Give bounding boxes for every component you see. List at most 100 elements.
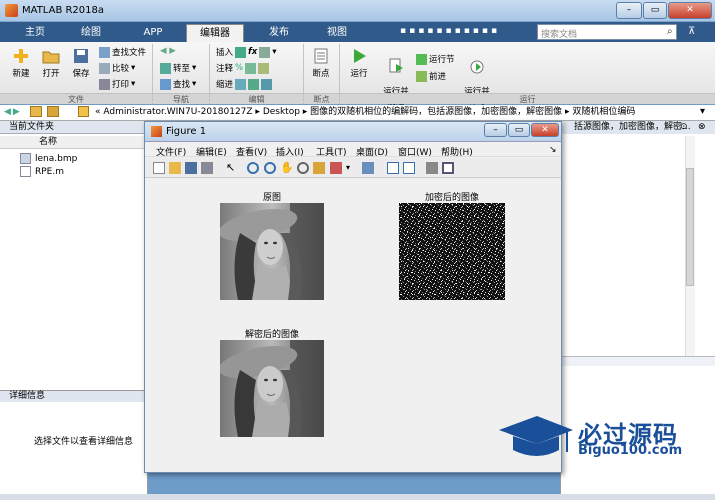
indent-icon	[235, 78, 247, 90]
open-button[interactable]: 打开	[38, 47, 64, 79]
print-button[interactable]: 打印 ▾	[99, 78, 135, 90]
colorbar-icon[interactable]	[387, 162, 399, 174]
rotate-icon[interactable]	[297, 162, 309, 174]
save-figure-icon[interactable]	[185, 162, 197, 174]
new-icon	[14, 49, 28, 63]
details-panel	[0, 402, 148, 494]
percent-icon: %	[235, 63, 244, 73]
address-dropdown-icon[interactable]: ▾	[700, 106, 705, 117]
editor-tab-title[interactable]: 括源图像，加密图像，解密...	[560, 121, 715, 134]
status-bar	[0, 494, 715, 500]
search-input[interactable]: 搜索文档	[537, 24, 677, 40]
figure-minimize-button[interactable]: –	[484, 123, 507, 137]
hide-plot-tools-icon[interactable]	[426, 162, 438, 174]
original-image[interactable]	[220, 203, 324, 300]
menu-file[interactable]: 文件(F)	[156, 145, 186, 158]
save-icon	[74, 49, 88, 63]
new-button[interactable]: 新建	[8, 47, 34, 79]
breakpoint-icon	[314, 48, 328, 64]
compare-button[interactable]: 比较 ▾	[99, 62, 135, 74]
collapse-ribbon-icon[interactable]: ⊼	[688, 26, 695, 37]
advance-button[interactable]: 前进	[416, 70, 446, 82]
indent-button[interactable]: 缩进	[216, 78, 273, 90]
find-button[interactable]: 查找 ▾	[160, 78, 196, 90]
group-edit-label: 编辑	[210, 93, 303, 104]
bmp-file-icon	[20, 153, 31, 164]
uncomment-icon	[245, 62, 257, 74]
decrypted-image[interactable]	[220, 340, 324, 437]
open-file-icon[interactable]	[169, 162, 181, 174]
fx-icon[interactable]: fx	[248, 47, 257, 57]
editor-options-icon[interactable]: ⊙	[680, 122, 688, 132]
nav-back-forward[interactable]: ◀ ▶	[160, 46, 176, 56]
run-button[interactable]: 运行	[346, 47, 372, 79]
tab-home[interactable]: 主页	[12, 24, 58, 42]
save-button[interactable]: 保存	[68, 47, 94, 79]
menu-edit[interactable]: 编辑(E)	[196, 145, 227, 158]
menu-help[interactable]: 帮助(H)	[441, 145, 473, 158]
menu-desktop[interactable]: 桌面(D)	[356, 145, 388, 158]
print-icon	[99, 78, 110, 90]
encrypted-image[interactable]	[399, 203, 505, 300]
goto-button[interactable]: 转至 ▾	[160, 62, 196, 74]
tab-editor[interactable]: 编辑器	[186, 24, 244, 42]
current-folder-title: 当前文件夹	[0, 121, 148, 134]
m-file-icon	[20, 166, 31, 177]
menu-insert[interactable]: 插入(I)	[276, 145, 304, 158]
print-figure-icon[interactable]	[201, 162, 213, 174]
editor-close-icon[interactable]: ⊗	[698, 122, 706, 132]
plot-title-original: 原图	[262, 193, 281, 203]
details-placeholder: 选择文件以查看详细信息	[34, 437, 134, 447]
brush-dropdown-icon[interactable]: ▾	[346, 163, 350, 172]
run-advance-icon	[389, 58, 403, 73]
plot-title-decrypted: 解密后的图像	[244, 330, 299, 340]
name-column-header[interactable]: 名称	[0, 136, 148, 149]
path-folder-icon	[78, 106, 89, 117]
goto-icon	[160, 62, 171, 74]
figure-maximize-button[interactable]: ▭	[508, 123, 530, 137]
figure-logo-icon	[151, 126, 162, 137]
menu-window[interactable]: 窗口(W)	[398, 145, 432, 158]
tab-view[interactable]: 视图	[312, 24, 362, 42]
quick-access-toolbar[interactable]: ▪▪▪▪▪▪▪▪▪▪▪	[400, 26, 500, 36]
menu-view[interactable]: 查看(V)	[236, 145, 267, 158]
minimize-button[interactable]: –	[616, 2, 642, 19]
group-run-label: 运行	[340, 93, 715, 104]
pan-icon[interactable]: ✋	[280, 162, 294, 174]
file-item[interactable]: RPE.m	[20, 166, 64, 177]
pointer-icon[interactable]: ↖	[226, 162, 238, 174]
advance-icon	[416, 70, 427, 82]
comment-button[interactable]: 注释%	[216, 62, 270, 74]
brush-icon[interactable]	[330, 162, 342, 174]
nav-arrows-icon[interactable]: ◀▶	[4, 107, 22, 117]
search-icon[interactable]: ⌕	[667, 26, 673, 37]
up-folder-icon[interactable]	[30, 106, 42, 117]
zoom-in-icon[interactable]	[247, 162, 259, 174]
matlab-logo-icon	[5, 4, 18, 17]
show-plot-tools-icon[interactable]	[442, 162, 454, 174]
breakpoint-button[interactable]: 断点	[308, 47, 334, 79]
editor-scroll-thumb[interactable]	[686, 168, 694, 286]
editor-hscrollbar[interactable]	[560, 356, 715, 366]
data-cursor-icon[interactable]	[313, 162, 325, 174]
insert-button[interactable]: 插入 fx ▾	[216, 46, 276, 58]
browse-folder-icon[interactable]	[47, 106, 59, 117]
close-button[interactable]: ✕	[668, 2, 712, 19]
title-bar	[0, 0, 715, 22]
tab-publish[interactable]: 发布	[254, 24, 304, 42]
plot-title-encrypted: 加密后的图像	[424, 193, 479, 203]
run-section-button[interactable]: 运行节	[416, 53, 455, 65]
address-bar[interactable]: « Administrator.WIN7U-20180127Z ▸ Deskto…	[0, 105, 715, 121]
tab-apps[interactable]: APP	[128, 24, 178, 42]
figure-close-button[interactable]: ✕	[531, 123, 559, 137]
zoom-out-icon[interactable]	[264, 162, 276, 174]
link-plot-icon[interactable]	[362, 162, 374, 174]
menu-tools[interactable]: 工具(T)	[316, 145, 347, 158]
find-files-button[interactable]: 查找文件	[99, 46, 146, 58]
menubar-dock-icon[interactable]: ↘	[549, 145, 557, 155]
tab-plots[interactable]: 绘图	[66, 24, 116, 42]
maximize-button[interactable]: ▭	[643, 2, 667, 19]
new-figure-icon[interactable]	[153, 162, 165, 174]
legend-icon[interactable]	[403, 162, 415, 174]
file-item[interactable]: lena.bmp	[20, 153, 77, 164]
